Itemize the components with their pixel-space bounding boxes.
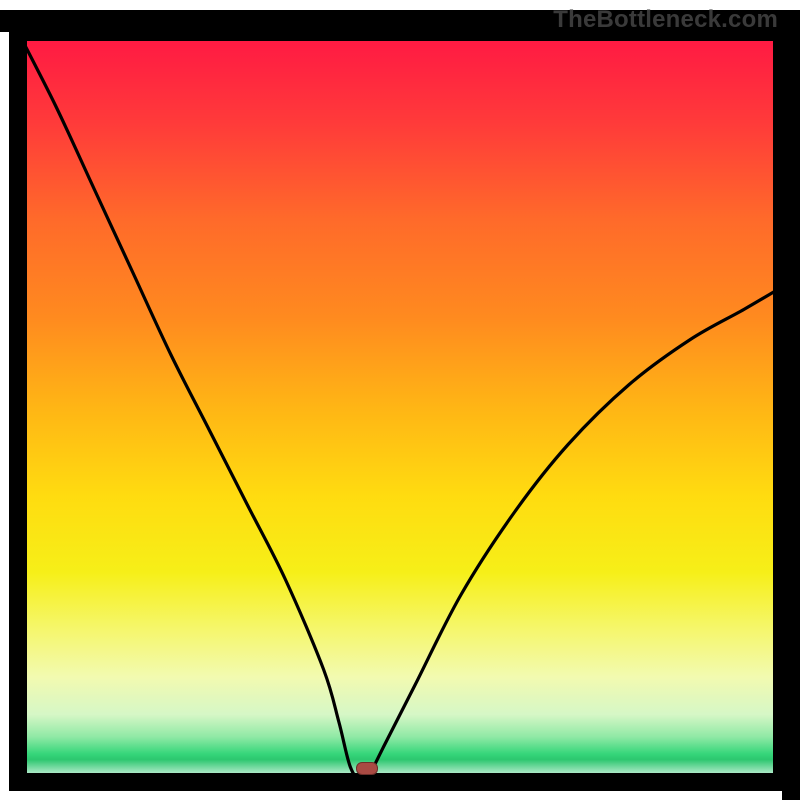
watermark-text: TheBottleneck.com: [553, 6, 778, 34]
bottleneck-chart: [0, 0, 800, 800]
plot-background: [18, 32, 782, 782]
optimum-marker: [356, 762, 378, 775]
